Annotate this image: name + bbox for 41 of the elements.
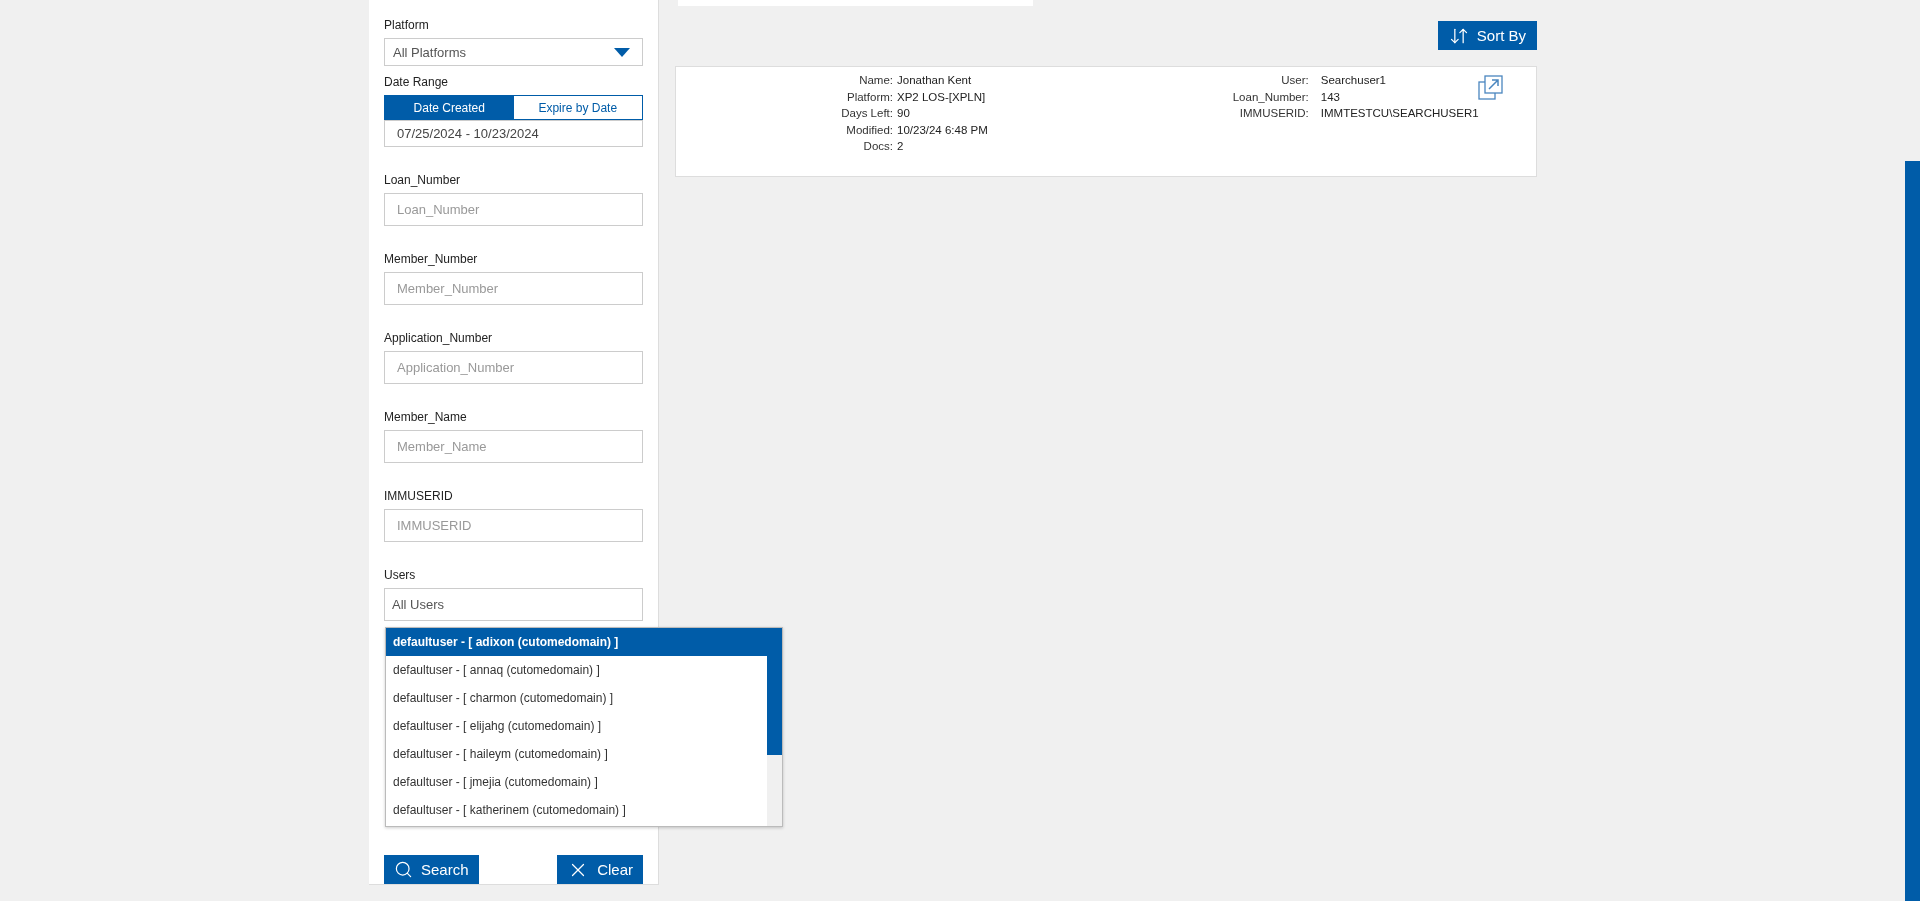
field-label: Member_Number [384,252,479,266]
field-value: 10/23/24 6:48 PM [897,122,988,138]
field-label: Platform: [846,89,893,105]
field-label: User: [1280,73,1309,88]
field-label: Days Left: [840,106,893,122]
field-label: Name: [858,73,893,88]
field-label: Date Range [384,75,450,90]
text-field[interactable]: IMMUSERID [384,509,643,542]
sort-button[interactable]: Sort By [1437,21,1537,50]
field-value: Searchuser1 [1320,73,1387,88]
search-button[interactable]: Search [384,855,479,884]
field-value: 2 [897,139,905,155]
search-icon [394,860,413,879]
user-option[interactable]: defaultuser - [ adixon (cutomedomain) ] [386,628,767,656]
clear-button[interactable]: Clear [557,855,643,884]
platform-select[interactable]: All Platforms [384,38,643,67]
field-value: 90 [897,106,911,122]
field-label: Loan_Number [384,173,462,187]
text-field[interactable]: Member_Number [384,272,643,305]
field-value: 143 [1320,89,1341,105]
text-field[interactable]: Member_Name [384,430,643,463]
users-field[interactable]: All Users [384,588,643,621]
field-label: IMMUSERID [384,489,454,503]
date-range-field[interactable]: 07/25/2024 - 10/23/2024 [384,120,643,147]
field-label: Users [384,568,417,582]
field-value: IMMTESTCU\SEARCHUSER1 [1320,106,1479,122]
field-label: Docs: [862,139,893,155]
field-label: IMMUSERID: [1238,106,1309,122]
field-label: Loan_Number: [1231,89,1309,105]
field-value: XP2 LOS-[XPLN] [897,89,987,105]
field-value: Jonathan Kent [897,73,973,88]
field-label: Platform [384,18,430,32]
caret-icon [614,47,630,57]
date-tab[interactable]: Date Created [385,96,514,120]
text-field[interactable]: Application_Number [384,351,643,384]
field-label: Modified: [845,122,893,138]
open-window-icon[interactable] [1478,75,1504,101]
field-label: Member_Name [384,410,468,424]
text-field[interactable]: Loan_Number [384,193,643,226]
scrollbar-thumb[interactable] [767,628,782,755]
field-label: Application_Number [384,331,494,345]
